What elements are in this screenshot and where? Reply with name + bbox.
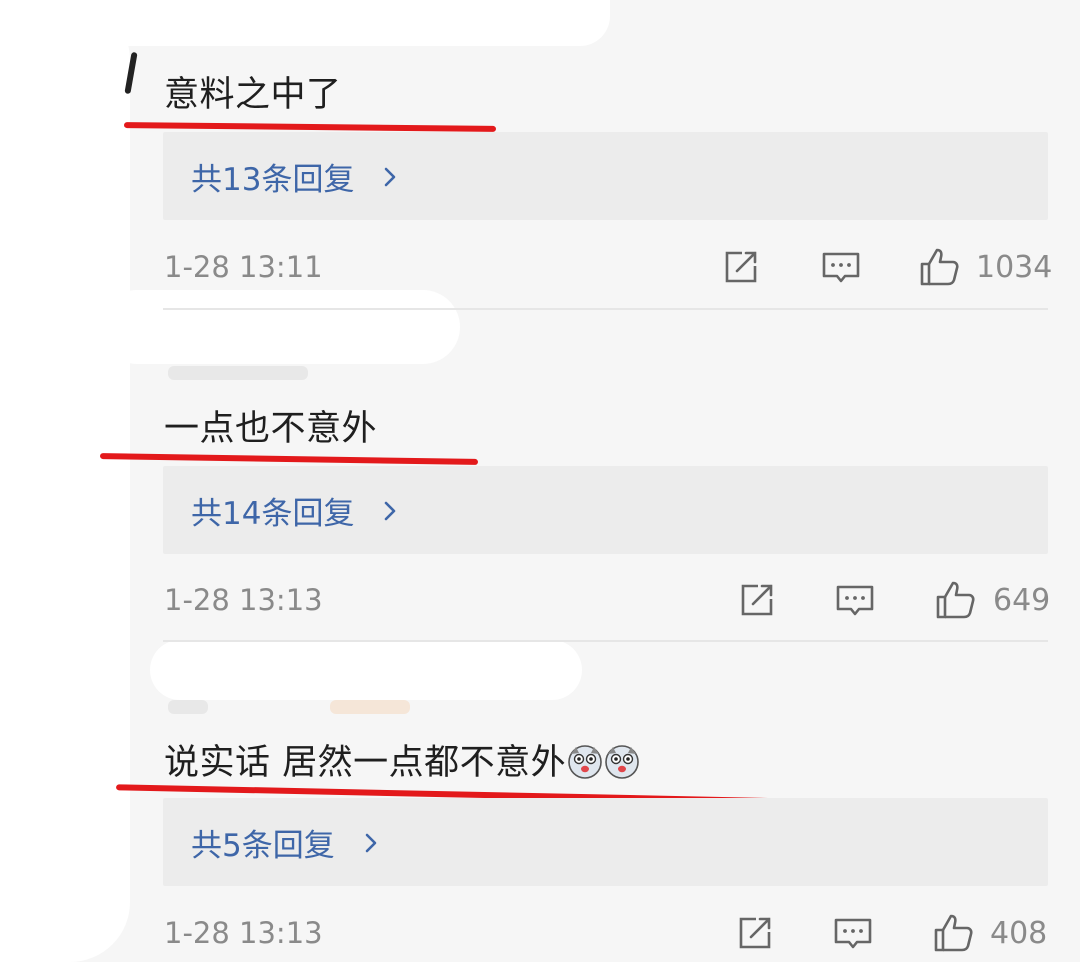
comment-text: 意料之中了 — [164, 75, 342, 115]
like-icon[interactable] — [934, 579, 976, 621]
chevron-right-icon — [385, 167, 396, 186]
comment-list-screenshot: 意料之中了 共13条回复 1-28 13:11 1034 一点也不意外 共14条… — [0, 0, 1080, 962]
view-replies-link[interactable]: 共14条回复 — [191, 488, 404, 533]
comment-text: 一点也不意外 — [164, 409, 378, 449]
comment-icon[interactable] — [834, 579, 876, 621]
comment-icon[interactable] — [820, 246, 862, 288]
share-icon[interactable] — [736, 579, 778, 621]
comment-meta: 1-28 13:13 408 — [0, 908, 1080, 958]
like-icon[interactable] — [932, 912, 974, 954]
reply-box[interactable]: 共13条回复 — [163, 132, 1048, 220]
divider — [163, 640, 1048, 642]
chevron-right-icon — [365, 833, 377, 852]
red-underline — [123, 122, 497, 132]
redaction-left-edge — [0, 0, 130, 962]
redaction-name-2 — [100, 290, 460, 364]
reply-box[interactable]: 共14条回复 — [163, 466, 1048, 554]
blurred-username-3 — [168, 700, 208, 714]
view-replies-link[interactable]: 共5条回复 — [191, 820, 385, 865]
husky-emoji — [568, 745, 602, 779]
comment-meta: 1-28 13:11 1034 — [0, 242, 1080, 292]
comment-meta: 1-28 13:13 649 — [0, 575, 1080, 625]
divider — [163, 308, 1048, 310]
reply-count-label: 共14条回复 — [191, 496, 355, 532]
share-icon[interactable] — [720, 246, 762, 288]
share-icon[interactable] — [734, 912, 776, 954]
husky-emoji — [605, 745, 639, 779]
comment-text: 说实话 居然一点都不意外 — [164, 734, 640, 785]
comment-icon[interactable] — [832, 912, 874, 954]
like-count: 649 — [993, 583, 1051, 618]
blurred-username-3b — [330, 700, 410, 714]
reply-count-label: 共13条回复 — [191, 162, 355, 198]
timestamp: 1-28 13:11 — [164, 250, 323, 284]
reply-count-label: 共5条回复 — [191, 828, 335, 864]
redaction-name-3 — [150, 640, 582, 700]
red-underline — [99, 453, 479, 465]
blurred-username-2 — [168, 366, 308, 380]
comment-text-content: 说实话 居然一点都不意外 — [164, 743, 567, 783]
like-icon[interactable] — [918, 246, 960, 288]
timestamp: 1-28 13:13 — [164, 916, 323, 950]
view-replies-link[interactable]: 共13条回复 — [191, 154, 404, 199]
timestamp: 1-28 13:13 — [164, 583, 323, 617]
like-count: 1034 — [976, 250, 1053, 285]
like-count: 408 — [990, 916, 1048, 951]
chevron-right-icon — [385, 501, 396, 520]
reply-box[interactable]: 共5条回复 — [163, 798, 1048, 886]
